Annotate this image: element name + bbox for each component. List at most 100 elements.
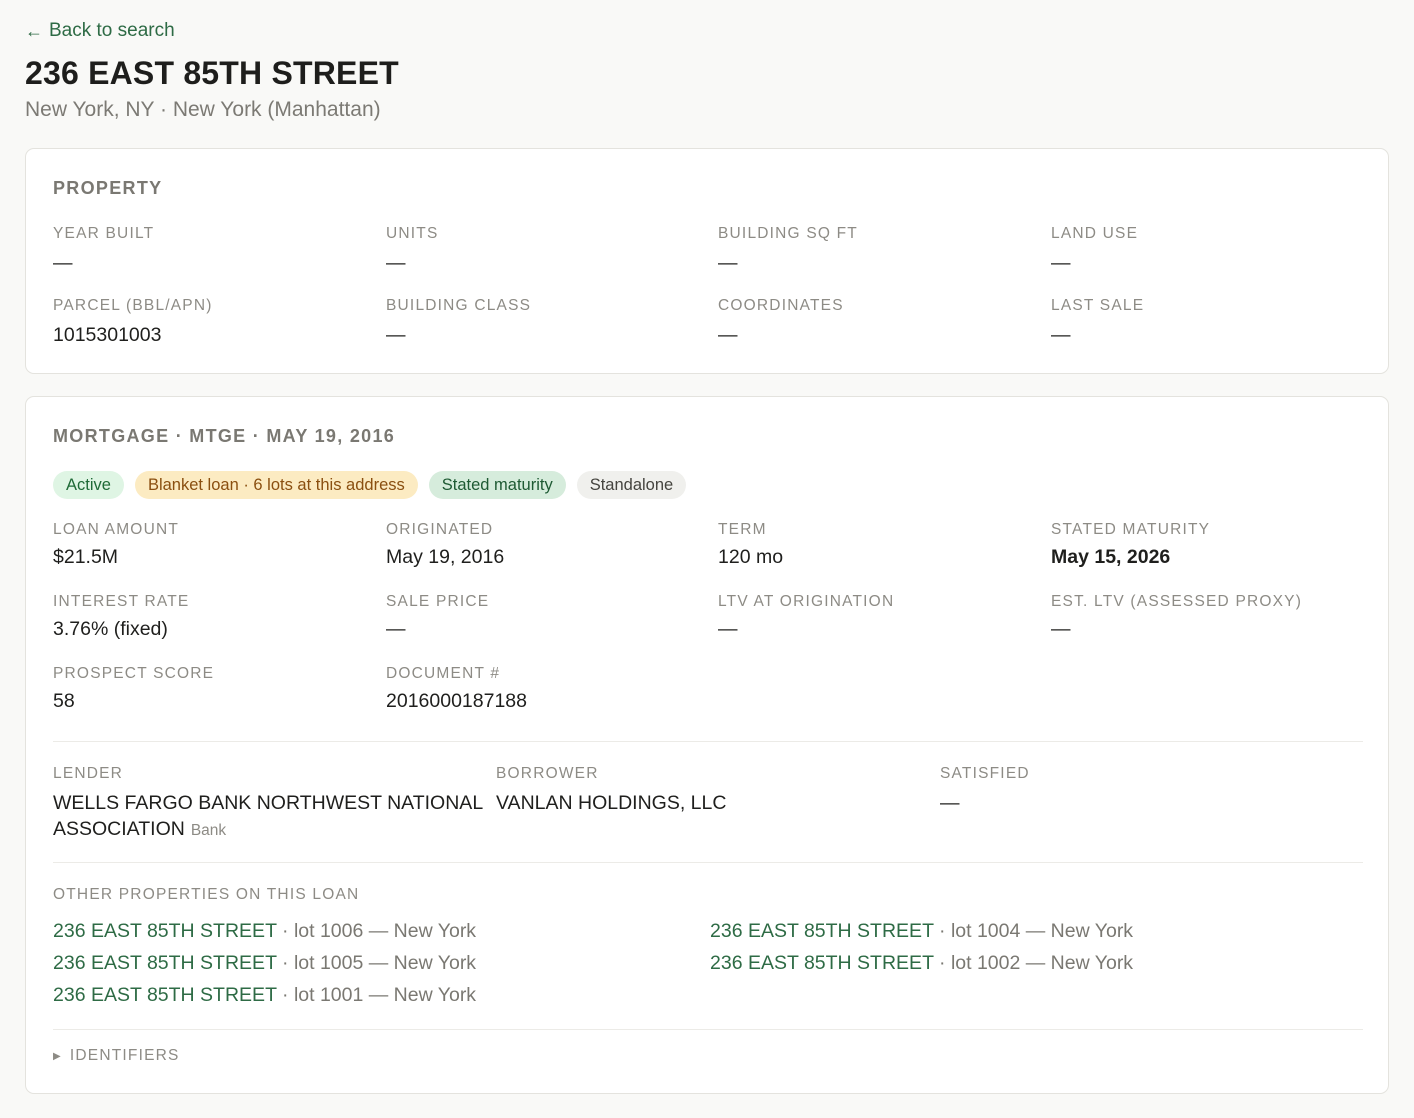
field-value: 1015301003 [53,324,162,346]
lender-name-line2: ASSOCIATION [53,818,185,840]
field-building-class: BUILDING CLASS — [386,297,531,347]
field-lender: LENDER WELLS FARGO BANK NORTHWEST NATION… [53,765,483,844]
status-badge-blanket-loan: Blanket loan · 6 lots at this address [134,471,418,499]
other-property-detail: · lot 1006 — New York [276,920,477,942]
field-value: VANLAN HOLDINGS, LLC [496,792,727,814]
divider [53,741,1363,742]
arrow-left-icon: ← [25,21,43,41]
field-document-number: DOCUMENT # 2016000187188 [386,665,527,713]
field-ltv-at-origination: LTV AT ORIGINATION — [718,593,894,641]
field-loan-amount: LOAN AMOUNT $21.5M [53,521,179,569]
field-label: LTV AT ORIGINATION [718,593,895,610]
field-originated: ORIGINATED May 19, 2016 [386,521,504,569]
field-value: — [1051,252,1071,274]
field-est-ltv: EST. LTV (ASSESSED PROXY) — [1051,593,1302,641]
property-detail-page: ← Back to search 236 EAST 85TH STREET Ne… [0,0,1414,1118]
page-subtitle: New York, NY · New York (Manhattan) [25,98,381,121]
other-property-address: 236 EAST 85TH STREET [53,920,277,942]
field-label: LENDER [53,765,124,782]
field-value: May 19, 2016 [386,546,505,568]
mortgage-badges: Active Blanket loan · 6 lots at this add… [53,471,687,499]
other-property-link[interactable]: 236 EAST 85TH STREET · lot 1005 — New Yo… [53,952,476,975]
field-label: COORDINATES [718,297,844,314]
other-properties-label: OTHER PROPERTIES ON THIS LOAN [53,886,360,903]
status-badge-standalone: Standalone [576,471,687,499]
field-value: — [53,252,73,274]
field-building-sq-ft: BUILDING SQ FT — [718,225,858,275]
mortgage-section-title: MORTGAGE · MTGE · MAY 19, 2016 [53,426,396,446]
identifiers-toggle[interactable]: ▶ IDENTIFIERS [53,1047,180,1065]
field-stated-maturity: STATED MATURITY May 15, 2026 [1051,521,1210,569]
other-property-address: 236 EAST 85TH STREET [710,952,934,974]
field-value: 120 mo [718,546,784,568]
field-label: SATISFIED [940,765,1030,782]
field-value: 58 [53,690,75,712]
field-label: PARCEL (BBL/APN) [53,297,213,314]
field-label: BORROWER [496,765,599,782]
field-interest-rate: INTEREST RATE 3.76% (fixed) [53,593,189,641]
field-label: LAND USE [1051,225,1139,242]
back-link-label: Back to search [49,20,175,41]
lender-type: Bank [190,822,227,839]
property-section-title: PROPERTY [53,178,163,198]
other-property-link[interactable]: 236 EAST 85TH STREET · lot 1006 — New Yo… [53,920,476,943]
field-value: — [386,618,406,640]
field-prospect-score: PROSPECT SCORE 58 [53,665,214,713]
field-value: May 15, 2026 [1051,546,1171,568]
field-label: DOCUMENT # [386,665,501,682]
field-value: 2016000187188 [386,690,527,712]
field-label: LAST SALE [1051,297,1145,314]
field-borrower: BORROWER VANLAN HOLDINGS, LLC [496,765,726,816]
page-title: 236 EAST 85TH STREET [25,55,399,91]
field-value: $21.5M [53,546,119,568]
identifiers-label: IDENTIFIERS [69,1047,180,1064]
status-badge-stated-maturity: Stated maturity [428,471,566,499]
field-label: PROSPECT SCORE [53,665,215,682]
field-label: UNITS [386,225,439,242]
field-value: — [1051,324,1071,346]
divider [53,1029,1363,1030]
lender-name-line1: WELLS FARGO BANK NORTHWEST NATIONAL [53,792,484,814]
field-value: — [718,618,738,640]
other-property-detail: · lot 1005 — New York [276,952,477,974]
other-property-link[interactable]: 236 EAST 85TH STREET · lot 1002 — New Yo… [710,952,1133,975]
field-units: UNITS — [386,225,439,275]
field-label: YEAR BUILT [53,225,155,242]
field-value: — [386,252,406,274]
other-property-address: 236 EAST 85TH STREET [710,920,934,942]
field-land-use: LAND USE — [1051,225,1138,275]
field-sale-price: SALE PRICE — [386,593,489,641]
field-label: EST. LTV (ASSESSED PROXY) [1051,593,1303,610]
field-label: BUILDING SQ FT [718,225,858,242]
field-value: 3.76% (fixed) [53,618,168,640]
other-property-link[interactable]: 236 EAST 85TH STREET · lot 1004 — New Yo… [710,920,1133,943]
lender-name: WELLS FARGO BANK NORTHWEST NATIONAL ASSO… [53,790,483,844]
field-value: — [386,324,406,346]
other-property-address: 236 EAST 85TH STREET [53,984,277,1006]
other-property-detail: · lot 1002 — New York [933,952,1134,974]
field-label: BUILDING CLASS [386,297,532,314]
back-to-search-link[interactable]: ← Back to search [25,20,175,42]
field-label: SALE PRICE [386,593,490,610]
property-card: PROPERTY YEAR BUILT — UNITS — BUILDING S… [25,148,1389,374]
status-badge-active: Active [53,471,124,499]
divider [53,862,1363,863]
field-coordinates: COORDINATES — [718,297,844,347]
field-value: — [718,324,738,346]
field-value: — [1051,618,1071,640]
field-label: INTEREST RATE [53,593,190,610]
other-property-link[interactable]: 236 EAST 85TH STREET · lot 1001 — New Yo… [53,984,476,1007]
field-label: ORIGINATED [386,521,494,538]
field-last-sale: LAST SALE — [1051,297,1144,347]
other-property-detail: · lot 1001 — New York [276,984,477,1006]
field-satisfied: SATISFIED — [940,765,1030,816]
field-label: STATED MATURITY [1051,521,1211,538]
other-property-detail: · lot 1004 — New York [933,920,1134,942]
other-properties-section: OTHER PROPERTIES ON THIS LOAN [53,886,359,904]
field-term: TERM 120 mo [718,521,783,569]
mortgage-card: MORTGAGE · MTGE · MAY 19, 2016 Active Bl… [25,396,1389,1094]
field-label: LOAN AMOUNT [53,521,180,538]
field-value: — [940,792,960,814]
caret-right-icon: ▶ [53,1050,62,1062]
field-value: — [718,252,738,274]
